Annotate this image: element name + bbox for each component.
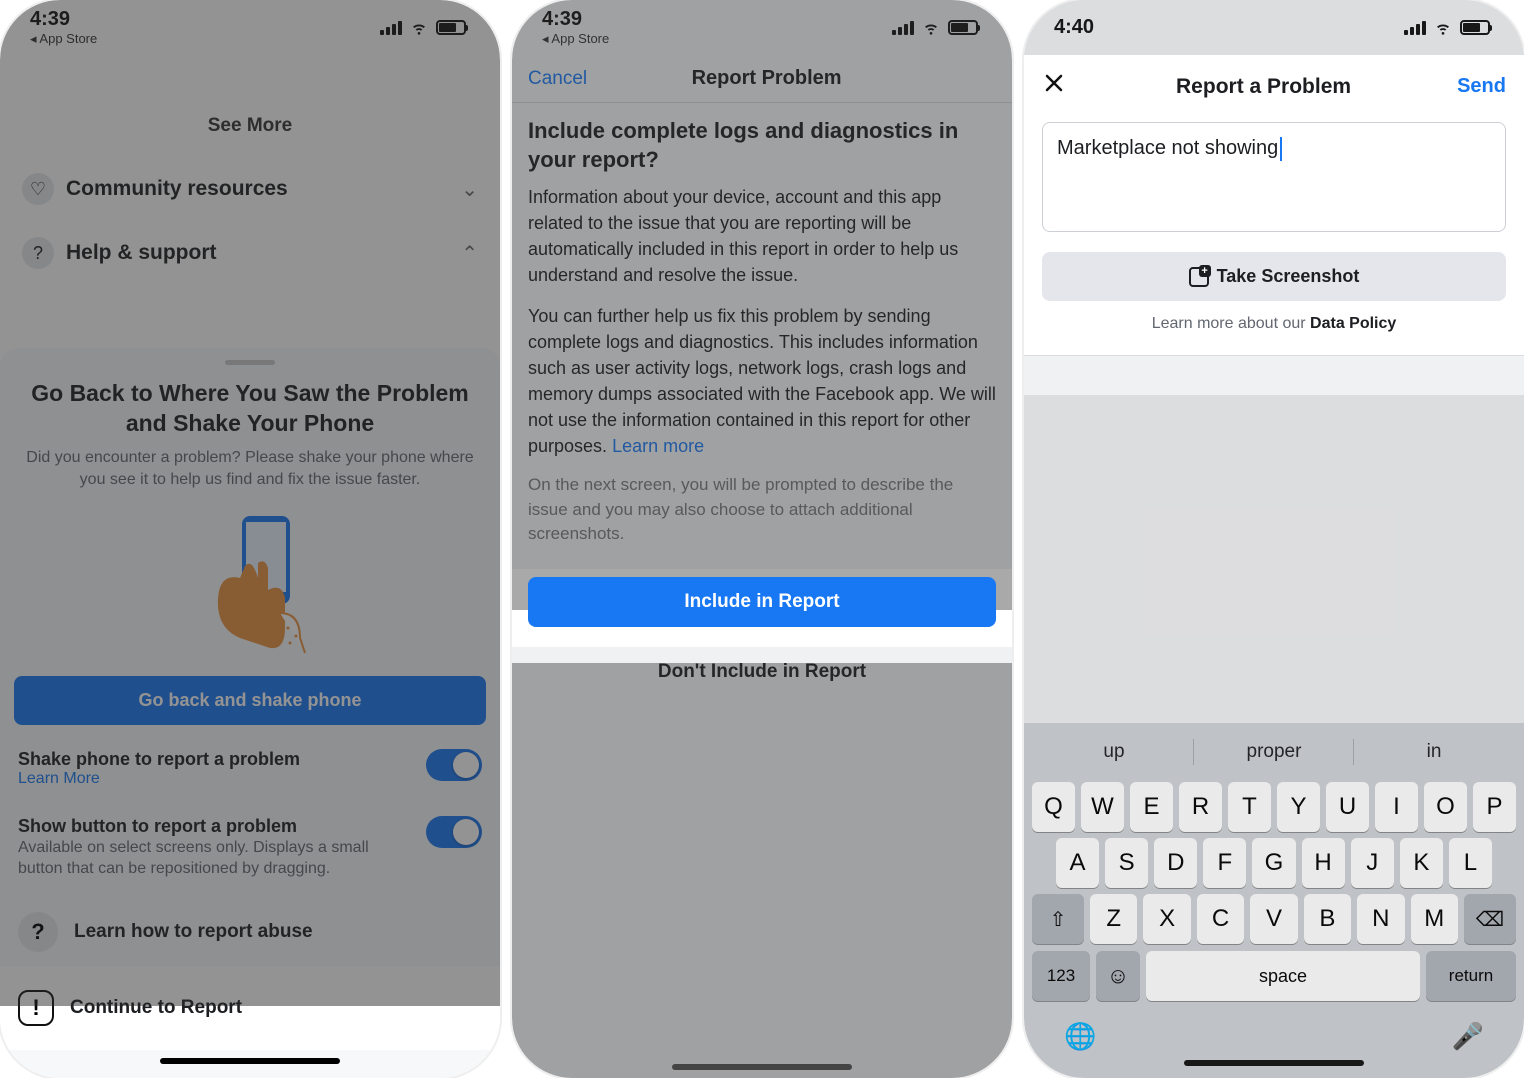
sheet-handle[interactable] <box>225 360 275 365</box>
key-m[interactable]: M <box>1411 894 1458 944</box>
key-e[interactable]: E <box>1130 782 1173 832</box>
background-content: See More ♡ Community resources ⌄ ? Help … <box>0 55 500 285</box>
keyboard-suggestions: up proper in <box>1028 731 1520 779</box>
key-delete[interactable]: ⌫ <box>1464 894 1516 944</box>
shake-toggle-title: Shake phone to report a problem <box>18 749 416 770</box>
show-button-toggle-switch[interactable] <box>426 816 482 848</box>
shake-toggle-row: Shake phone to report a problem Learn Mo… <box>14 735 486 802</box>
exclamation-icon: ! <box>18 990 54 1026</box>
key-y[interactable]: Y <box>1277 782 1320 832</box>
home-indicator[interactable] <box>672 1064 852 1070</box>
sheet-title: Go Back to Where You Saw the Problem and… <box>14 379 486 439</box>
key-x[interactable]: X <box>1143 894 1190 944</box>
key-d[interactable]: D <box>1154 838 1197 888</box>
problem-description-input[interactable]: Marketplace not showing <box>1042 122 1506 232</box>
key-c[interactable]: C <box>1197 894 1244 944</box>
go-back-shake-button[interactable]: Go back and shake phone <box>14 676 486 725</box>
key-z[interactable]: Z <box>1090 894 1137 944</box>
key-g[interactable]: G <box>1252 838 1295 888</box>
keyboard-row-4: 123 ☺ space return <box>1028 947 1520 1005</box>
key-r[interactable]: R <box>1179 782 1222 832</box>
key-v[interactable]: V <box>1250 894 1297 944</box>
send-button[interactable]: Send <box>1457 75 1506 98</box>
mic-icon[interactable]: 🎤 <box>1452 1021 1484 1052</box>
help-support-row[interactable]: ? Help & support ⌃ <box>12 221 488 285</box>
home-indicator[interactable] <box>160 1058 340 1064</box>
battery-icon <box>436 20 466 35</box>
sheet-subtitle: Did you encounter a problem? Please shak… <box>14 447 486 492</box>
suggestion-2[interactable]: proper <box>1194 731 1354 773</box>
close-button[interactable] <box>1042 71 1070 102</box>
key-h[interactable]: H <box>1302 838 1345 888</box>
shake-toggle-switch[interactable] <box>426 749 482 781</box>
status-bar: 4:39 ◂ App Store <box>0 0 500 55</box>
keyboard-row-1: Q W E R T Y U I O P <box>1028 779 1520 835</box>
key-emoji[interactable]: ☺ <box>1096 951 1140 1001</box>
key-a[interactable]: A <box>1056 838 1099 888</box>
see-more-button[interactable]: See More <box>12 95 488 157</box>
key-l[interactable]: L <box>1449 838 1492 888</box>
screenshot-icon <box>1189 267 1209 287</box>
show-button-toggle-title: Show button to report a problem <box>18 816 416 837</box>
status-icons <box>380 20 466 36</box>
take-screenshot-button[interactable]: Take Screenshot <box>1042 252 1506 301</box>
learn-report-abuse-row[interactable]: ? Learn how to report abuse <box>14 894 486 970</box>
key-space[interactable]: space <box>1146 951 1420 1001</box>
key-o[interactable]: O <box>1424 782 1467 832</box>
globe-icon[interactable]: 🌐 <box>1064 1021 1096 1052</box>
heart-icon: ♡ <box>22 173 54 205</box>
help-icon: ? <box>22 237 54 269</box>
chevron-down-icon: ⌄ <box>461 177 478 202</box>
back-to-app-store[interactable]: ◂ App Store <box>30 31 97 47</box>
show-button-toggle-desc: Available on select screens only. Displa… <box>18 837 416 880</box>
data-policy-text: Learn more about our Data Policy <box>1042 315 1506 333</box>
key-s[interactable]: S <box>1105 838 1148 888</box>
key-f[interactable]: F <box>1203 838 1246 888</box>
key-i[interactable]: I <box>1375 782 1418 832</box>
key-p[interactable]: P <box>1473 782 1516 832</box>
ios-keyboard: up proper in Q W E R T Y U I O P A S D F… <box>1024 723 1524 1078</box>
key-j[interactable]: J <box>1351 838 1394 888</box>
key-u[interactable]: U <box>1326 782 1369 832</box>
key-q[interactable]: Q <box>1032 782 1075 832</box>
wifi-icon <box>409 20 429 36</box>
shake-phone-illustration <box>190 508 310 658</box>
keyboard-row-3: ⇧ Z X C V B N M ⌫ <box>1028 891 1520 947</box>
close-icon <box>1042 71 1066 95</box>
report-problem-sheet: Go Back to Where You Saw the Problem and… <box>0 348 500 1078</box>
suggestion-3[interactable]: in <box>1354 731 1514 773</box>
question-icon: ? <box>18 912 58 952</box>
keyboard-row-2: A S D F G H J K L <box>1028 835 1520 891</box>
report-panel: Report a Problem Send Marketplace not sh… <box>1024 55 1524 356</box>
data-policy-link[interactable]: Data Policy <box>1310 315 1396 332</box>
key-shift[interactable]: ⇧ <box>1032 894 1084 944</box>
status-time: 4:39 <box>30 8 97 31</box>
text-cursor <box>1280 137 1282 161</box>
key-n[interactable]: N <box>1357 894 1404 944</box>
cellular-icon <box>380 21 402 35</box>
home-indicator[interactable] <box>1184 1060 1364 1066</box>
report-title: Report a Problem <box>1070 75 1457 99</box>
continue-to-report-row[interactable]: ! Continue to Report <box>0 970 500 1046</box>
key-return[interactable]: return <box>1426 951 1516 1001</box>
key-t[interactable]: T <box>1228 782 1271 832</box>
community-resources-row[interactable]: ♡ Community resources ⌄ <box>12 157 488 221</box>
key-k[interactable]: K <box>1400 838 1443 888</box>
learn-more-link[interactable]: Learn More <box>18 770 416 788</box>
key-w[interactable]: W <box>1081 782 1124 832</box>
chevron-up-icon: ⌃ <box>461 241 478 266</box>
key-numbers[interactable]: 123 <box>1032 951 1090 1001</box>
include-in-report-button[interactable]: Include in Report <box>528 577 996 627</box>
key-b[interactable]: B <box>1304 894 1351 944</box>
suggestion-1[interactable]: up <box>1034 731 1194 773</box>
show-button-toggle-row: Show button to report a problem Availabl… <box>14 802 486 894</box>
